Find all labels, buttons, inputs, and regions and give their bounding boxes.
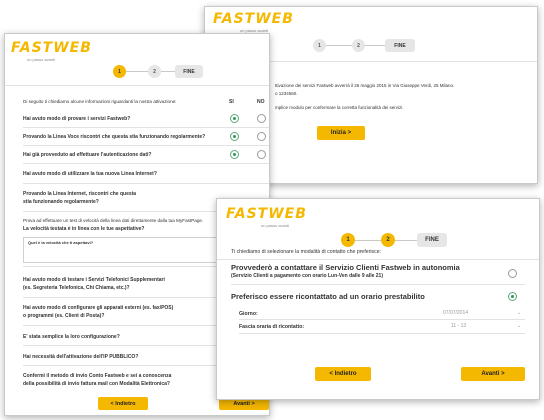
question-5-line2: stia funzionando regolarmente? (23, 199, 99, 205)
fastweb-tagline: un passo avanti (27, 57, 56, 62)
question-8-line1: Hai avuto modo di configurare gli appara… (23, 305, 174, 311)
question-11-line2: della possibilità di invio fattura mail … (23, 381, 170, 387)
next-button[interactable]: Avanti > (461, 367, 525, 381)
divider (217, 259, 539, 260)
day-value: 07/07/2014 (443, 310, 469, 316)
step-2: 2 (381, 233, 395, 247)
contact-preference-window: FASTWEB un passo avanti 1 2 FINE Ti chie… (216, 198, 540, 400)
column-no: NO (257, 99, 265, 105)
step-fine: FINE (417, 233, 447, 247)
callback-radio[interactable] (508, 292, 517, 301)
row-divider (23, 145, 269, 146)
question-7-line2: (es. Segreteria Telefonica, Chi Chiama, … (23, 285, 130, 291)
option-callback-title: Preferisco essere ricontattato ad un ora… (231, 292, 425, 301)
step-connector (355, 239, 381, 241)
question-1: Hai avuto modo di provare i servizi Fast… (23, 116, 131, 122)
progress-steps: 1 2 FINE (341, 233, 447, 247)
q3-no-radio[interactable] (257, 150, 266, 159)
start-button[interactable]: Inizia > (317, 126, 365, 140)
q2-no-radio[interactable] (257, 132, 266, 141)
row-divider (23, 163, 269, 164)
row-divider (231, 284, 525, 285)
fastweb-tagline: un passo avanti (261, 223, 290, 228)
question-6-line1: Prova ad effettuare un test di velocità … (23, 218, 204, 223)
step-1: 1 (341, 233, 355, 247)
fastweb-logo: FASTWEB (213, 11, 294, 27)
step-connector (395, 239, 417, 241)
option-self-contact-title: Provvederò a contattare il Servizio Clie… (231, 263, 460, 272)
expected-speed-label: Quel è la velocità che ti aspettavi? (28, 240, 94, 245)
survey-intro: Di seguito ti chiediamo alcune informazi… (23, 99, 177, 104)
back-button[interactable]: < Indietro (98, 397, 148, 410)
row-divider (239, 319, 525, 320)
q1-yes-radio[interactable] (230, 114, 239, 123)
question-2: Provando la Linea Voce riscontri che que… (23, 134, 206, 140)
activation-text: ttivazione dei servizi Fastweb avverrà i… (275, 83, 455, 88)
question-6-line2: La velocità testata è in linea con le tu… (23, 226, 145, 232)
step-2: 2 (148, 65, 161, 78)
q2-yes-radio[interactable] (230, 132, 239, 141)
step-connector (161, 71, 175, 72)
question-4: Hai avuto modo di utilizzare la tua nuov… (23, 171, 157, 177)
row-divider (23, 183, 269, 184)
step-1: 1 (313, 39, 326, 52)
progress-steps: 1 2 FINE (113, 65, 203, 78)
question-8-line2: o programmi (es. Client di Posta)? (23, 313, 105, 319)
question-11-line1: Confermi il metodo di invio Conto Fastwe… (23, 373, 172, 379)
chevron-down-icon: ⌄ (516, 323, 521, 329)
back-button[interactable]: < Indietro (315, 367, 371, 381)
step-connector (126, 71, 148, 72)
divider (5, 85, 269, 86)
option-self-contact-subtitle: (Servizio Clienti a pagamento con orario… (231, 273, 383, 279)
form-intro-text: mplice modulo per confermare la corretta… (275, 105, 404, 110)
question-7-line1: Hai avuto modo di testare i Servizi Tele… (23, 277, 165, 283)
chevron-down-icon: ⌄ (516, 310, 521, 316)
step-fine: FINE (385, 39, 415, 52)
day-select[interactable]: 07/07/2014 ⌄ (443, 310, 525, 318)
time-slot-select[interactable]: 11 - 13 ⌄ (451, 323, 525, 331)
q1-no-radio[interactable] (257, 114, 266, 123)
step-2: 2 (352, 39, 365, 52)
row-divider (239, 333, 525, 334)
day-label: Giorno: (239, 311, 258, 317)
customer-code-text: o 1234560. (275, 91, 298, 96)
fastweb-logo: FASTWEB (11, 40, 92, 56)
question-10: Hai necessità dell'attivazione dell'IP P… (23, 354, 139, 360)
time-slot-value: 11 - 13 (451, 323, 467, 329)
contact-intro: Ti chiediamo di selezionare la modalità … (231, 249, 382, 255)
q3-yes-radio[interactable] (230, 150, 239, 159)
question-3: Hai già provveduto ad effettuare l'auten… (23, 152, 152, 158)
column-si: SI (229, 99, 234, 105)
self-contact-radio[interactable] (508, 269, 517, 278)
row-divider (23, 127, 269, 128)
step-connector (365, 45, 385, 46)
step-fine: FINE (175, 65, 203, 78)
question-5-line1: Provando la Linea Internet, riscontri ch… (23, 191, 137, 197)
fastweb-logo: FASTWEB (226, 206, 307, 222)
time-slot-label: Fascia oraria di ricontatto: (239, 324, 305, 330)
step-connector (326, 45, 352, 46)
step-1: 1 (113, 65, 126, 78)
progress-steps: 1 2 FINE (313, 39, 415, 52)
question-9: E' stata semplice la loro configurazione… (23, 334, 120, 340)
